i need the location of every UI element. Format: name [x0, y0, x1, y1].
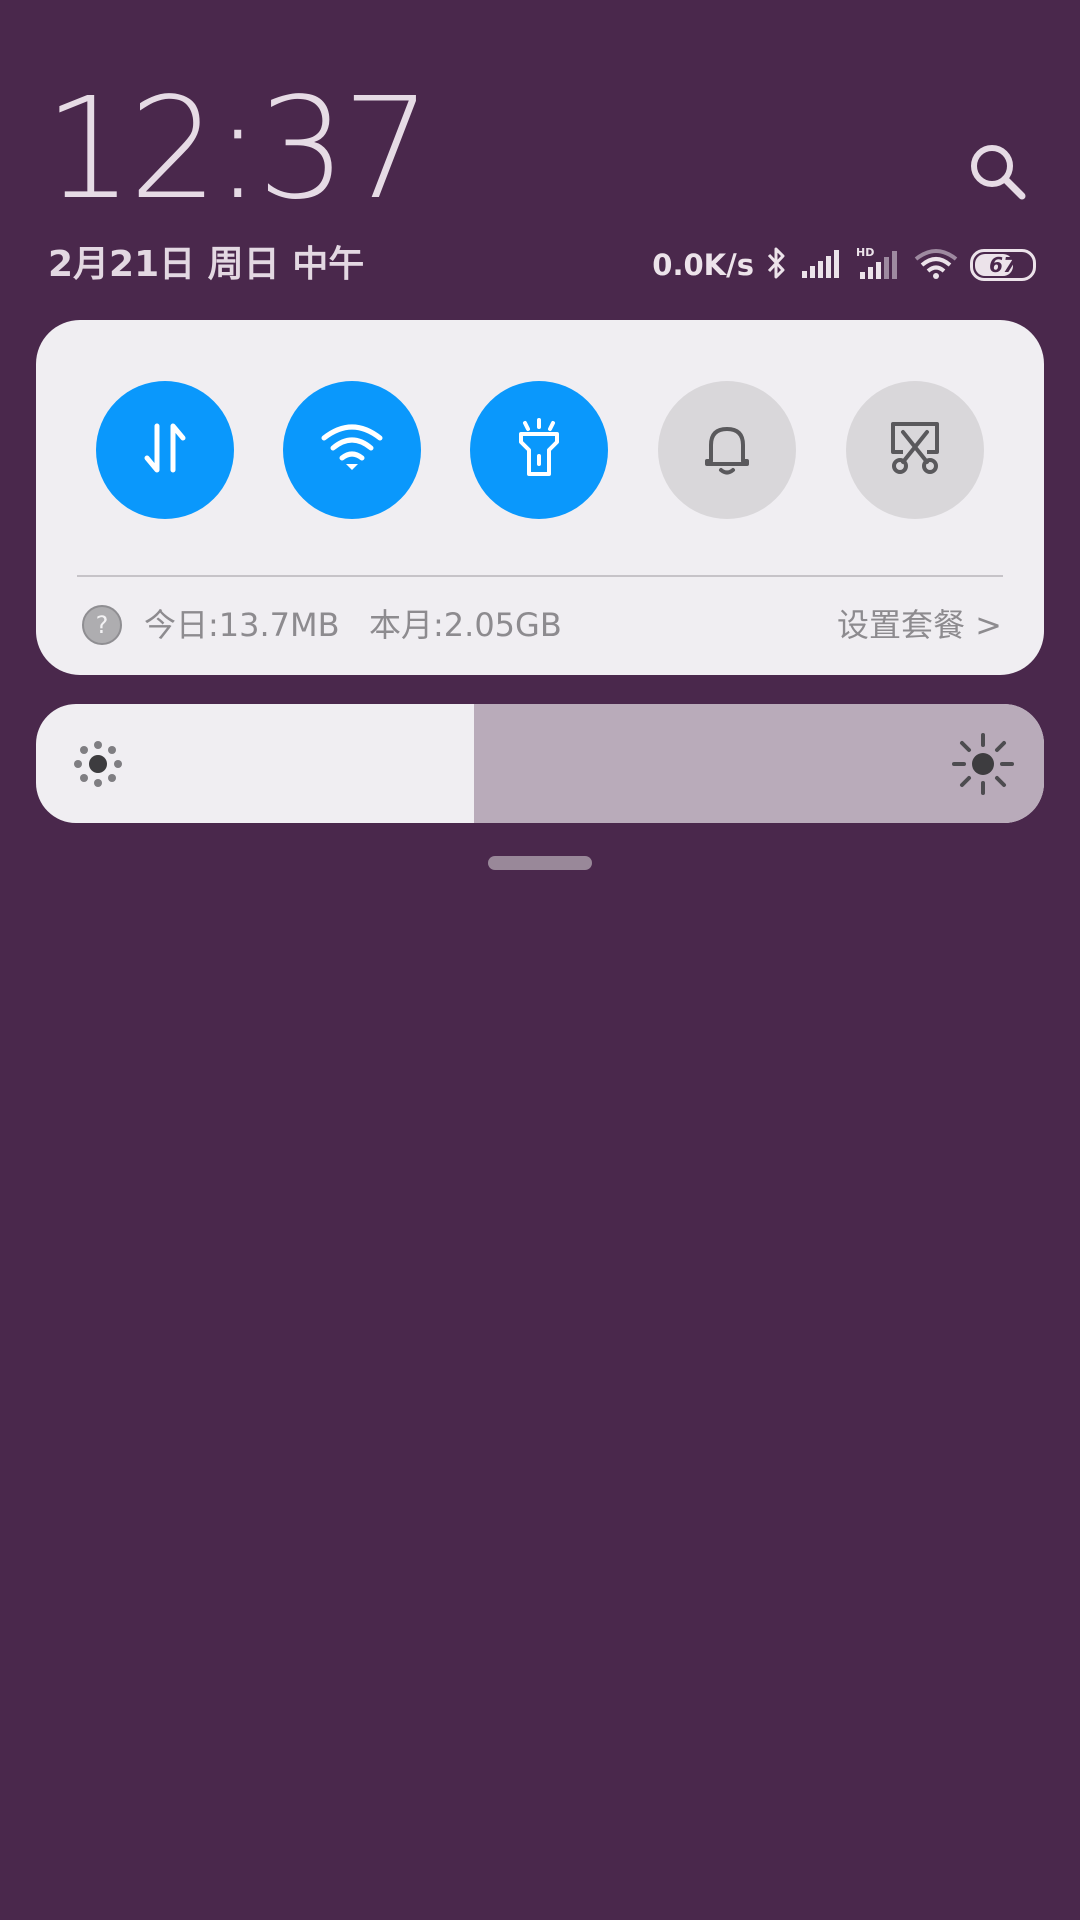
toggle-wifi[interactable] [283, 381, 421, 519]
toggle-flashlight[interactable] [470, 381, 608, 519]
status-bar: 0.0K/s HD 67 [652, 240, 1036, 290]
battery-level: 67 [989, 253, 1017, 277]
date: 2月21日 周日 中午 [48, 244, 365, 285]
data-transfer-icon [141, 420, 189, 480]
search-icon[interactable] [966, 140, 1030, 204]
cell-signal-icon [800, 247, 844, 283]
battery-icon: 67 [970, 249, 1036, 281]
flashlight-icon [515, 418, 563, 482]
wifi-icon [320, 422, 384, 478]
toggle-sound[interactable] [658, 381, 796, 519]
bell-icon [701, 419, 753, 481]
clock: 12:37 [44, 68, 431, 231]
drag-handle[interactable] [488, 856, 592, 870]
data-usage-today: 今日:13.7MB [144, 606, 340, 644]
wifi-signal-icon [914, 247, 958, 283]
brightness-slider[interactable] [36, 704, 1044, 823]
help-icon[interactable]: ? [82, 605, 122, 645]
bluetooth-icon [766, 246, 788, 284]
data-usage-month: 本月:2.05GB [369, 606, 562, 644]
set-plan-link[interactable]: 设置套餐 > [837, 602, 1002, 648]
toggle-mobile-data[interactable] [96, 381, 234, 519]
brightness-low-icon [74, 741, 122, 791]
toggle-screenshot[interactable] [846, 381, 984, 519]
scissors-icon [887, 420, 943, 480]
brightness-high-icon [952, 733, 1014, 799]
divider [77, 575, 1003, 577]
hd-cell-signal-icon: HD [856, 246, 902, 284]
quick-settings-panel: ? 今日:13.7MB 本月:2.05GB 设置套餐 > [36, 320, 1044, 675]
network-speed: 0.0K/s [652, 248, 754, 282]
svg-text:HD: HD [856, 246, 874, 259]
